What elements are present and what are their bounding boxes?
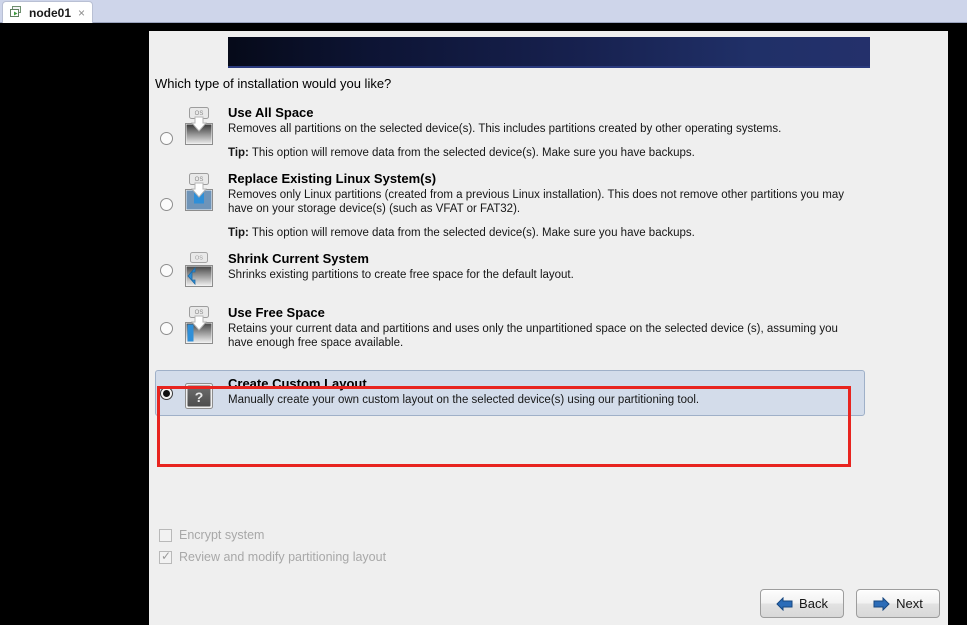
arrow-right-icon: [873, 596, 890, 611]
option-title: Use Free Space: [228, 304, 325, 320]
option-text-replace-existing-linux: Replace Existing Linux System(s) Removes…: [228, 170, 860, 240]
disk-overwrite-icon: OS: [182, 106, 216, 148]
checkbox-review-modify-partitioning[interactable]: [159, 549, 172, 564]
disk-shrink-icon: OS: [182, 251, 216, 294]
radio-use-free-space[interactable]: [160, 321, 173, 335]
back-button-label: Back: [799, 596, 828, 611]
svg-text:?: ?: [195, 389, 204, 405]
option-tip-label: Tip:: [228, 146, 249, 159]
radio-replace-existing-linux[interactable]: [160, 197, 173, 211]
option-text-use-free-space: Use Free Space Retains your current data…: [228, 304, 860, 351]
tab-label: node01: [29, 5, 72, 20]
svg-text:OS: OS: [195, 310, 204, 316]
option-row-use-free-space[interactable]: OS Use Free Space Retains your current d…: [155, 299, 865, 356]
installer-options-checkboxes: Encrypt system Review and modify partiti…: [159, 524, 386, 568]
option-title: Create Custom Layout: [228, 375, 367, 391]
disk-replace-linux-icon: OS: [182, 172, 216, 214]
disk-free-space-icon: OS: [182, 305, 216, 348]
radio-create-custom-layout[interactable]: [160, 386, 173, 400]
option-tip-text: This option will remove data from the se…: [251, 146, 695, 159]
back-button[interactable]: Back: [760, 589, 844, 618]
next-button[interactable]: Next: [856, 589, 940, 618]
option-description: Retains your current data and partitions…: [228, 322, 838, 350]
option-tip-text: This option will remove data from the se…: [251, 226, 695, 239]
installer-banner: [228, 37, 870, 68]
installer-window: Which type of installation would you lik…: [149, 31, 948, 625]
option-title: Shrink Current System: [228, 250, 369, 266]
option-row-shrink-current-system[interactable]: OS Shrink Current System Shrinks existin…: [155, 245, 865, 299]
option-tip: Tip: This option will remove data from t…: [228, 146, 860, 160]
installer-footer: Back Next: [760, 589, 940, 618]
option-description: Removes only Linux partitions (created f…: [228, 188, 844, 216]
option-description: Shrinks existing partitions to create fr…: [228, 268, 574, 281]
radio-shrink-current-system[interactable]: [160, 263, 173, 277]
checkbox-encrypt-system[interactable]: [159, 528, 172, 542]
tab-strip: node01 ×: [0, 0, 967, 23]
option-description: Removes all partitions on the selected d…: [228, 123, 782, 135]
option-tip-label: Tip:: [228, 226, 249, 239]
checkbox-label: Review and modify partitioning layout: [179, 550, 387, 564]
checkbox-row-encrypt-system[interactable]: Encrypt system: [159, 524, 386, 546]
option-row-use-all-space[interactable]: OS Use All Space Removes all partitions …: [155, 99, 865, 165]
option-tip: Tip: This option will remove data from t…: [228, 226, 860, 240]
svg-text:OS: OS: [195, 111, 204, 117]
arrow-left-icon: [776, 596, 793, 611]
svg-text:OS: OS: [195, 177, 204, 183]
question-mark-icon: ?: [182, 381, 216, 411]
option-row-replace-existing-linux[interactable]: OS Replace Existing Linux System(s) Remo…: [155, 165, 865, 245]
radio-use-all-space[interactable]: [160, 132, 173, 145]
page-title: Which type of installation would you lik…: [155, 76, 392, 91]
option-title: Use All Space: [228, 105, 314, 120]
option-title: Replace Existing Linux System(s): [228, 170, 437, 186]
tab-node01[interactable]: node01 ×: [2, 1, 94, 23]
virtual-machine-icon: [9, 5, 24, 20]
next-button-label: Next: [896, 596, 923, 611]
option-row-create-custom-layout[interactable]: ? Create Custom Layout Manually create y…: [155, 369, 865, 416]
option-text-shrink-current-system: Shrink Current System Shrinks existing p…: [228, 250, 860, 283]
option-text-use-all-space: Use All Space Removes all partitions on …: [228, 104, 860, 160]
option-text-create-custom-layout: Create Custom Layout Manually create you…: [228, 375, 860, 408]
checkbox-label: Encrypt system: [179, 528, 265, 542]
option-description: Manually create your own custom layout o…: [228, 393, 700, 406]
close-icon[interactable]: ×: [76, 7, 85, 19]
svg-text:OS: OS: [195, 255, 203, 261]
install-type-option-list: OS Use All Space Removes all partitions …: [155, 99, 865, 416]
checkbox-row-review-modify-partitioning[interactable]: Review and modify partitioning layout: [159, 546, 386, 568]
